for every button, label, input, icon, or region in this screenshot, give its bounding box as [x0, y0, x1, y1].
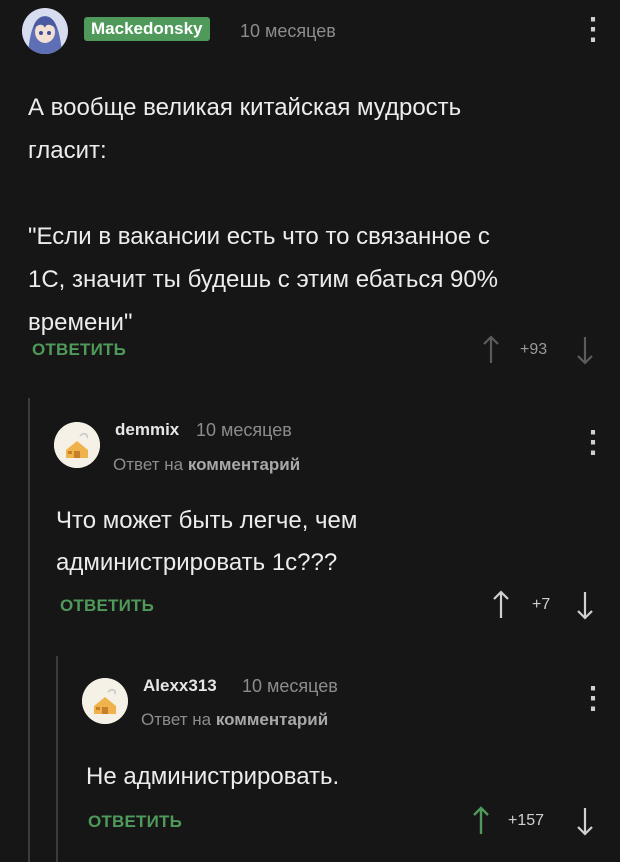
- timestamp: 10 месяцев: [240, 21, 336, 41]
- text-line: времени": [28, 309, 133, 336]
- text-line: Не администрировать.: [86, 763, 340, 790]
- reply-to-prefix: Ответ на: [141, 710, 212, 729]
- reply-to-prefix: Ответ на: [113, 455, 184, 474]
- text-line: администрировать 1с???: [56, 549, 338, 576]
- kebab-menu-icon[interactable]: ⋮: [578, 684, 608, 714]
- arrow-up-icon[interactable]: [492, 590, 510, 620]
- user-avatar[interactable]: [82, 678, 128, 724]
- reply-to-meta: Ответ на комментарий: [113, 455, 300, 475]
- username[interactable]: demmix: [115, 420, 179, 440]
- text-line: Что может быть легче, чем: [56, 507, 358, 534]
- text-line: гласит:: [28, 137, 107, 164]
- arrow-up-icon[interactable]: [472, 806, 490, 836]
- kebab-menu-icon[interactable]: ⋮: [578, 428, 608, 458]
- thread-line: [56, 656, 58, 862]
- comment-text: Что может быть легче, чем администрирова…: [56, 500, 596, 584]
- reply-to-link[interactable]: комментарий: [216, 710, 328, 729]
- comment-text: А вообще великая китайская мудрость глас…: [28, 86, 598, 344]
- arrow-down-icon[interactable]: [576, 590, 594, 620]
- arrow-down-icon[interactable]: [576, 806, 594, 836]
- reply-to-meta: Ответ на комментарий: [141, 710, 328, 730]
- thread-line: [28, 398, 30, 862]
- text-line: 1С, значит ты будешь с этим ебаться 90%: [28, 266, 499, 293]
- username-badge[interactable]: Mackedonsky: [84, 17, 210, 41]
- username[interactable]: Alexx313: [143, 676, 217, 696]
- timestamp: 10 месяцев: [242, 676, 338, 696]
- vote-count: +7: [532, 596, 551, 613]
- user-avatar[interactable]: [54, 422, 100, 468]
- arrow-down-icon[interactable]: [576, 335, 594, 365]
- reply-button[interactable]: ОТВЕТИТЬ: [32, 340, 126, 360]
- reply-button[interactable]: ОТВЕТИТЬ: [88, 812, 182, 832]
- username[interactable]: Mackedonsky: [84, 17, 210, 41]
- vote-count: +157: [508, 812, 545, 829]
- user-avatar[interactable]: [22, 8, 68, 54]
- text-line: А вообще великая китайская мудрость: [28, 94, 462, 121]
- vote-count: +93: [520, 341, 548, 358]
- reply-button[interactable]: ОТВЕТИТЬ: [60, 596, 154, 616]
- timestamp: 10 месяцев: [196, 420, 292, 440]
- comment-text: Не администрировать.: [86, 756, 596, 798]
- arrow-up-icon[interactable]: [482, 335, 500, 365]
- reply-to-link[interactable]: комментарий: [188, 455, 300, 474]
- text-line: "Если в вакансии есть что то связанное с: [28, 223, 490, 250]
- text-line: [28, 172, 598, 215]
- kebab-menu-icon[interactable]: ⋮: [578, 15, 608, 45]
